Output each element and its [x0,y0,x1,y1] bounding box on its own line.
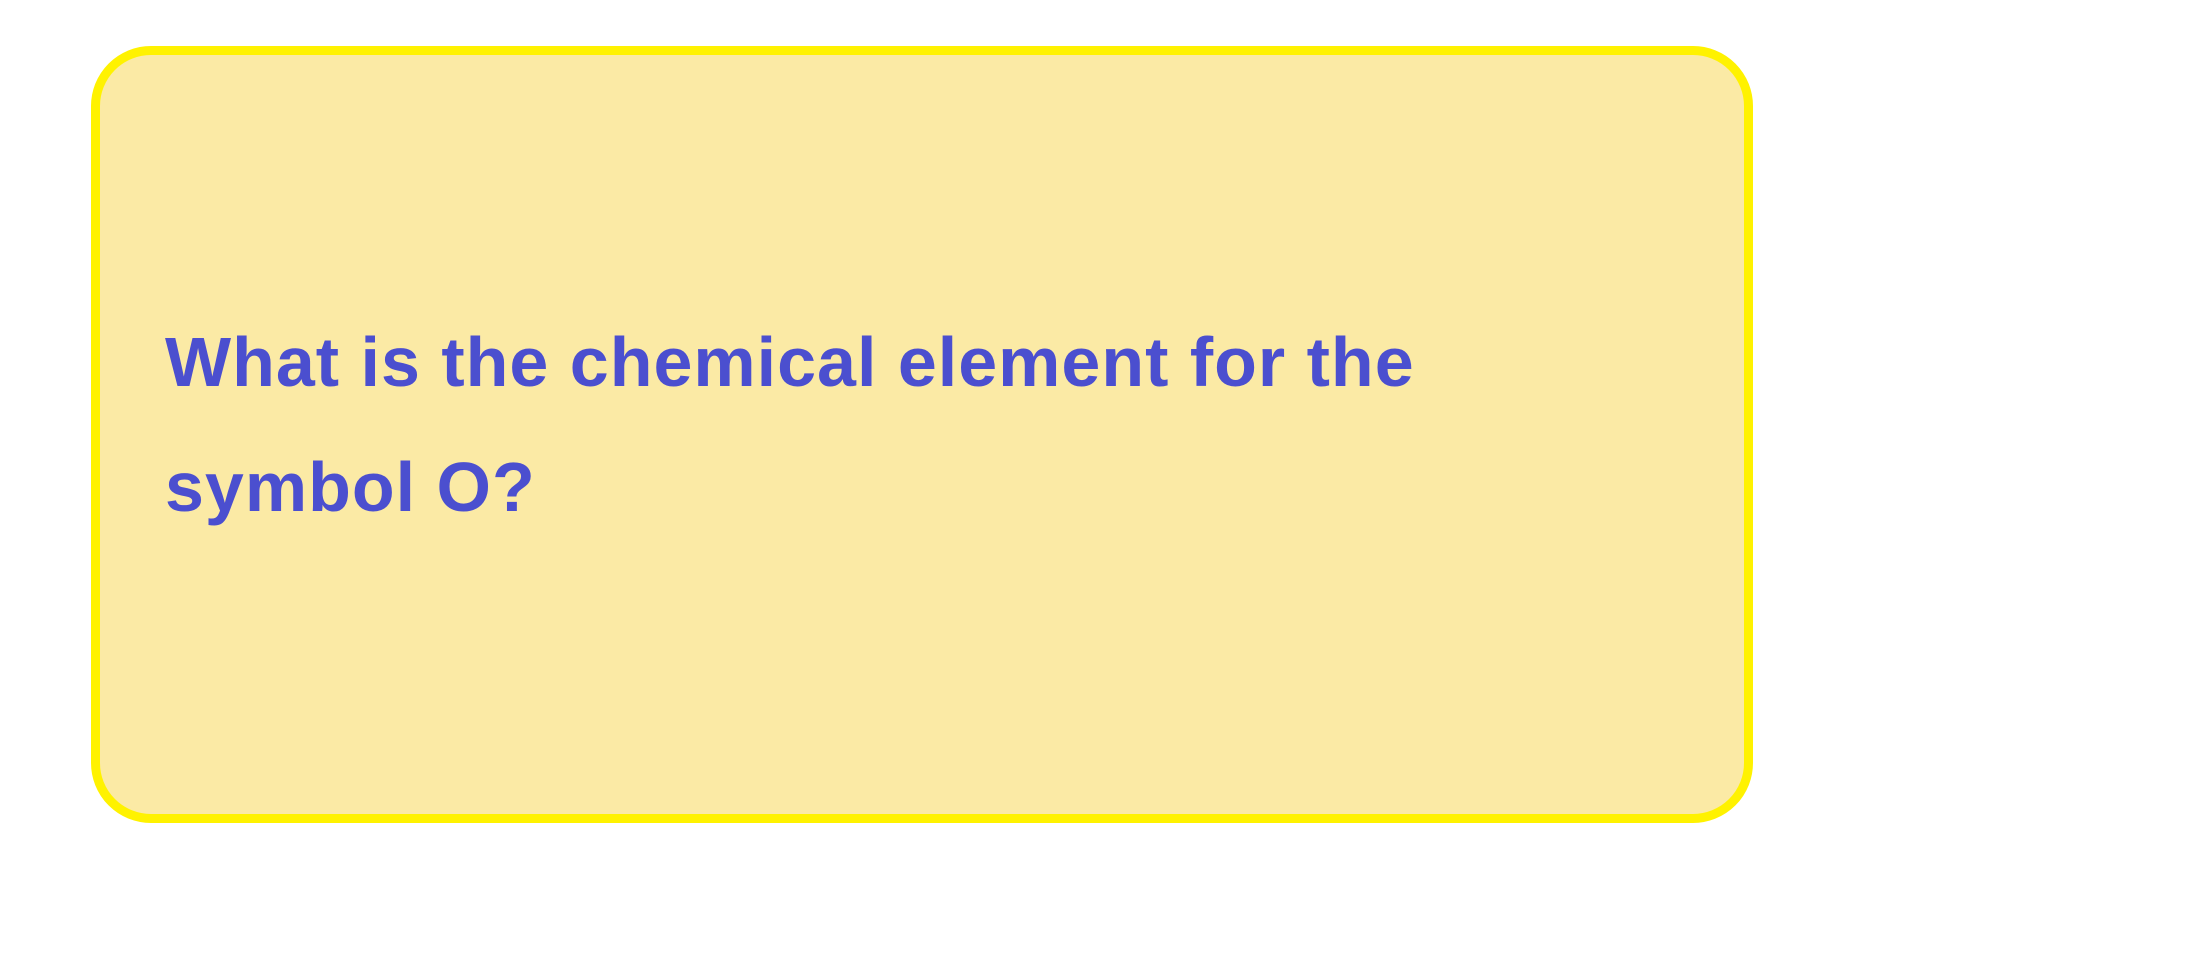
question-text: What is the chemical element for the sym… [165,323,1415,526]
